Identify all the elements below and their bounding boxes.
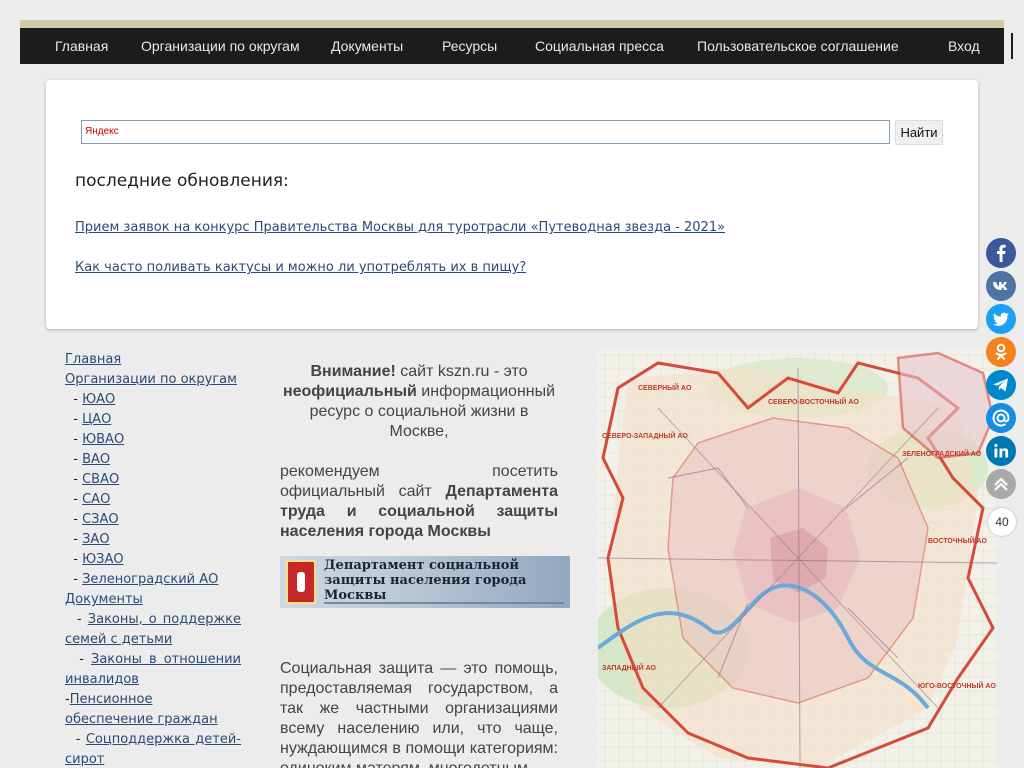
sidebar-link-szao[interactable]: СЗАО [82, 512, 119, 527]
sidebar-item-disabled-laws[interactable]: - Законы в отношении [65, 650, 241, 670]
sidebar-item-family-laws[interactable]: - Законы, о поддержке [65, 610, 241, 630]
sidebar-menu: Главная Организации по округам - ЮАО - Ц… [65, 350, 241, 768]
sidebar-item-district[interactable]: - ЮВАО [65, 430, 241, 450]
sidebar-link-sao[interactable]: САО [82, 492, 110, 507]
sidebar-link-svao[interactable]: СВАО [82, 472, 119, 487]
sidebar-link-home[interactable]: Главная [65, 352, 121, 367]
nav-documents[interactable]: Документы [331, 28, 403, 64]
twitter-share-button[interactable] [986, 304, 1016, 334]
social-protection-paragraph: Социальная защита — это помощь, предоста… [280, 660, 558, 768]
sidebar-item-organizations[interactable]: Организации по округам [65, 370, 241, 390]
facebook-icon [986, 238, 1016, 268]
nav-organizations[interactable]: Организации по округам [141, 28, 300, 64]
recommendation-text: рекомендуем посетить официальный сайт Деп… [280, 462, 558, 542]
sidebar-link-zao[interactable]: ЗАО [82, 532, 109, 547]
search-updates-card: Яндекс Найти последние обновления: Прием… [46, 80, 978, 329]
notice-block: Внимание! сайт kszn.ru - это неофициальн… [280, 362, 558, 542]
sidebar-link-pension[interactable]: Пенсионное [70, 692, 153, 707]
nav-resources[interactable]: Ресурсы [442, 28, 497, 64]
search-input[interactable]: Яндекс [81, 120, 890, 144]
facebook-share-button[interactable] [986, 238, 1016, 268]
moscow-coat-of-arms-icon [286, 560, 316, 604]
department-banner[interactable]: Департамент социальной защиты населения … [280, 556, 570, 608]
sidebar-item-district[interactable]: - ВАО [65, 450, 241, 470]
sidebar-item-district[interactable]: - ЮАО [65, 390, 241, 410]
map-label-northwest: СЕВЕРО-ЗАПАДНЫЙ АО [602, 431, 688, 440]
sidebar-link-zelao[interactable]: Зеленоградский АО [82, 572, 218, 587]
nav-user-agreement[interactable]: Пользовательское соглашение [697, 28, 899, 64]
sidebar-link-organizations[interactable]: Организации по округам [65, 372, 237, 387]
sidebar-link-family-laws[interactable]: Законы, о поддержке [88, 612, 241, 627]
vkontakte-icon [986, 271, 1016, 301]
sidebar-item-district[interactable]: - ЗАО [65, 530, 241, 550]
top-accent-strip [20, 20, 1004, 28]
sidebar-item-district[interactable]: - САО [65, 490, 241, 510]
sidebar-link-tsao[interactable]: ЦАО [82, 412, 111, 427]
updates-title: последние обновления: [75, 171, 289, 191]
more-share-button[interactable] [986, 469, 1016, 499]
nav-edge-marker [1011, 33, 1013, 59]
sidebar-link-disabled-laws[interactable]: Законы в отношении [91, 652, 241, 667]
notice-unofficial: неофициальный [282, 383, 417, 400]
sidebar-item-home[interactable]: Главная [65, 350, 241, 370]
sidebar-item-pension[interactable]: -Пенсионное [65, 690, 241, 710]
mailru-share-button[interactable] [986, 403, 1016, 433]
sidebar-link-disabled-laws-cont[interactable]: инвалидов [65, 672, 139, 687]
nav-home[interactable]: Главная [55, 28, 108, 64]
twitter-icon [986, 304, 1016, 334]
sidebar-item-orphans-cont[interactable]: сирот [65, 750, 241, 768]
sidebar-link-family-laws-cont[interactable]: семей с детьми [65, 632, 172, 647]
sidebar-item-disabled-laws-cont[interactable]: инвалидов [65, 670, 241, 690]
mailru-icon [986, 403, 1016, 433]
map-label-west: ЗАПАДНЫЙ АО [602, 663, 657, 672]
vkontakte-share-button[interactable] [986, 271, 1016, 301]
search-placeholder: Яндекс [85, 126, 119, 137]
nav-login[interactable]: Вход [948, 28, 980, 64]
map-label-north: СЕВЕРНЫЙ АО [638, 383, 692, 392]
notice-attention: Внимание! [310, 363, 396, 380]
sidebar-link-yuzao[interactable]: ЮЗАО [82, 552, 124, 567]
map-label-southeast: ЮГО-ВОСТОЧНЫЙ АО [918, 681, 996, 690]
sidebar-link-documents[interactable]: Документы [65, 592, 143, 607]
sidebar-item-documents[interactable]: Документы [65, 590, 241, 610]
linkedin-share-button[interactable] [986, 436, 1016, 466]
double-chevron-up-icon [986, 469, 1016, 499]
linkedin-icon [986, 436, 1016, 466]
update-link-cactus[interactable]: Как часто поливать кактусы и можно ли уп… [75, 260, 526, 275]
odnoklassniki-icon [986, 337, 1016, 367]
map-label-northeast: СЕВЕРО-ВОСТОЧНЫЙ АО [768, 397, 859, 406]
sidebar-link-yuvao[interactable]: ЮВАО [82, 432, 124, 447]
map-graphic: СЕВЕРНЫЙ АО СЕВЕРО-ВОСТОЧНЫЙ АО СЕВЕРО-З… [598, 348, 997, 768]
share-counter: 40 [988, 508, 1016, 536]
sidebar-link-orphans-cont[interactable]: сирот [65, 752, 104, 767]
sidebar-link-vao[interactable]: ВАО [82, 452, 110, 467]
search-button[interactable]: Найти [895, 120, 943, 145]
sidebar-link-orphans[interactable]: Соцподдержка детей- [86, 732, 241, 747]
sidebar-item-orphans[interactable]: - Соцподдержка детей- [65, 730, 241, 750]
map-label-zelenograd: ЗЕЛЕНОГРАДСКИЙ АО [902, 449, 982, 458]
sidebar-item-district[interactable]: - ЮЗАО [65, 550, 241, 570]
recommendation-line-1: рекомендуем посетить [280, 463, 558, 480]
sidebar-item-district[interactable]: - СВАО [65, 470, 241, 490]
recommendation-line-2: официальный сайт [280, 483, 446, 500]
main-navigation: Главная Организации по округам Документы… [20, 28, 1004, 64]
telegram-icon [986, 370, 1016, 400]
update-link-contest[interactable]: Прием заявок на конкурс Правительства Мо… [75, 220, 725, 235]
odnoklassniki-share-button[interactable] [986, 337, 1016, 367]
sidebar-link-pension-cont[interactable]: обеспечение граждан [65, 712, 218, 727]
map-label-east: ВОСТОЧНЫЙ АО [928, 536, 988, 545]
sidebar-link-yuao[interactable]: ЮАО [82, 392, 115, 407]
nav-social-press[interactable]: Социальная пресса [535, 28, 664, 64]
moscow-districts-map[interactable]: СЕВЕРНЫЙ АО СЕВЕРО-ВОСТОЧНЫЙ АО СЕВЕРО-З… [598, 348, 997, 768]
sidebar-item-district[interactable]: - ЦАО [65, 410, 241, 430]
sidebar-item-district[interactable]: - СЗАО [65, 510, 241, 530]
banner-text: Департамент социальной защиты населения … [324, 558, 527, 603]
notice-text-1: сайт kszn.ru - это [395, 363, 528, 380]
banner-underline [324, 602, 564, 604]
notice-text: Внимание! сайт kszn.ru - это неофициальн… [280, 362, 558, 442]
sidebar-item-family-laws-cont[interactable]: семей с детьми [65, 630, 241, 650]
telegram-share-button[interactable] [986, 370, 1016, 400]
sidebar-item-pension-cont[interactable]: обеспечение граждан [65, 710, 241, 730]
sidebar-item-district[interactable]: - Зеленоградский АО [65, 570, 241, 590]
